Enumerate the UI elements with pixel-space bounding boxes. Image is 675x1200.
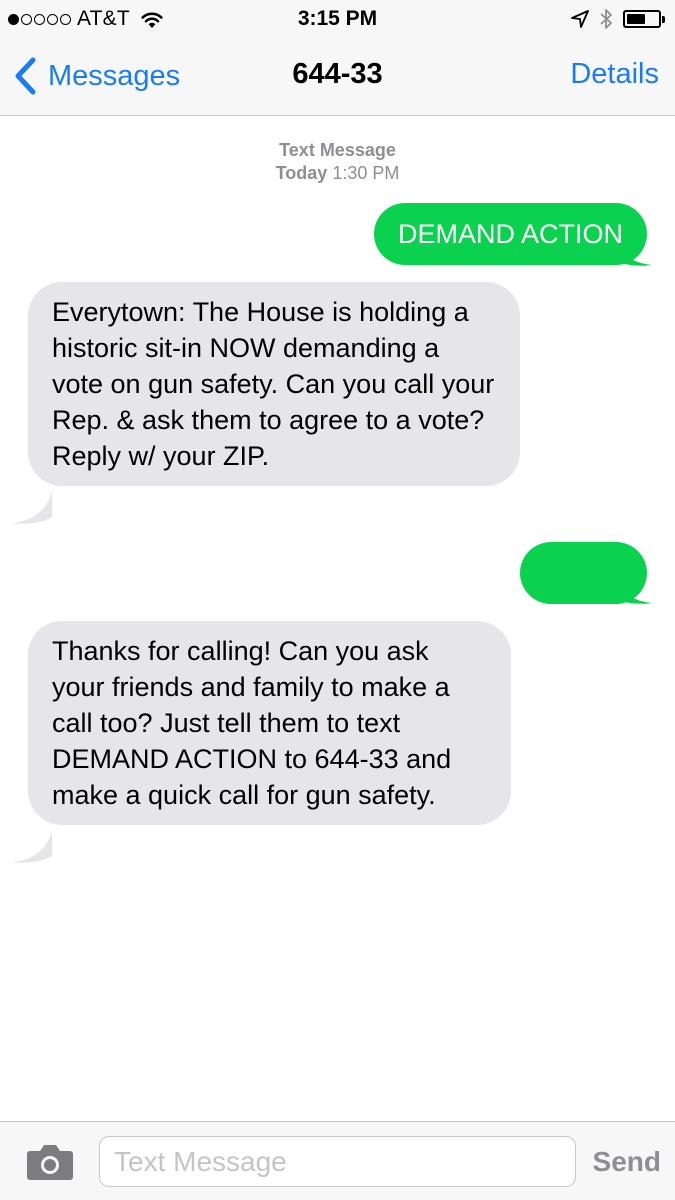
- incoming-message-bubble[interactable]: Everytown: The House is holding a histor…: [28, 282, 520, 486]
- outgoing-message-bubble[interactable]: DEMAND ACTION: [373, 203, 647, 265]
- status-bar: AT&T 3:15 PM: [0, 0, 675, 38]
- bubble-tail: [12, 491, 52, 524]
- battery-icon: [623, 10, 665, 28]
- message-input-bar: Send: [0, 1121, 675, 1200]
- message-timestamp: Text Message Today 1:30 PM: [0, 139, 675, 185]
- details-button[interactable]: Details: [570, 58, 659, 91]
- chevron-left-icon: [15, 57, 36, 95]
- bluetooth-icon: [600, 9, 612, 29]
- status-bar-right: [571, 7, 665, 31]
- timestamp-label: Text Message: [279, 140, 396, 160]
- navigation-bar: Messages 644-33 Details: [0, 38, 675, 116]
- send-button[interactable]: Send: [593, 1146, 661, 1178]
- location-arrow-icon: [571, 10, 589, 28]
- camera-icon[interactable]: [26, 1143, 74, 1181]
- timestamp-date: Today 1:30 PM: [275, 163, 400, 183]
- messages-screen: AT&T 3:15 PM Messages 644-33 Details Tex…: [0, 0, 675, 1200]
- incoming-message-bubble[interactable]: Thanks for calling! Can you ask your fri…: [28, 621, 511, 825]
- back-button-label: Messages: [48, 59, 181, 92]
- back-button[interactable]: Messages: [12, 56, 180, 96]
- outgoing-message-bubble[interactable]: [520, 542, 647, 604]
- conversation-view[interactable]: Text Message Today 1:30 PM DEMAND ACTION…: [0, 117, 675, 1121]
- message-text-field[interactable]: [99, 1136, 576, 1187]
- bubble-tail: [12, 830, 52, 863]
